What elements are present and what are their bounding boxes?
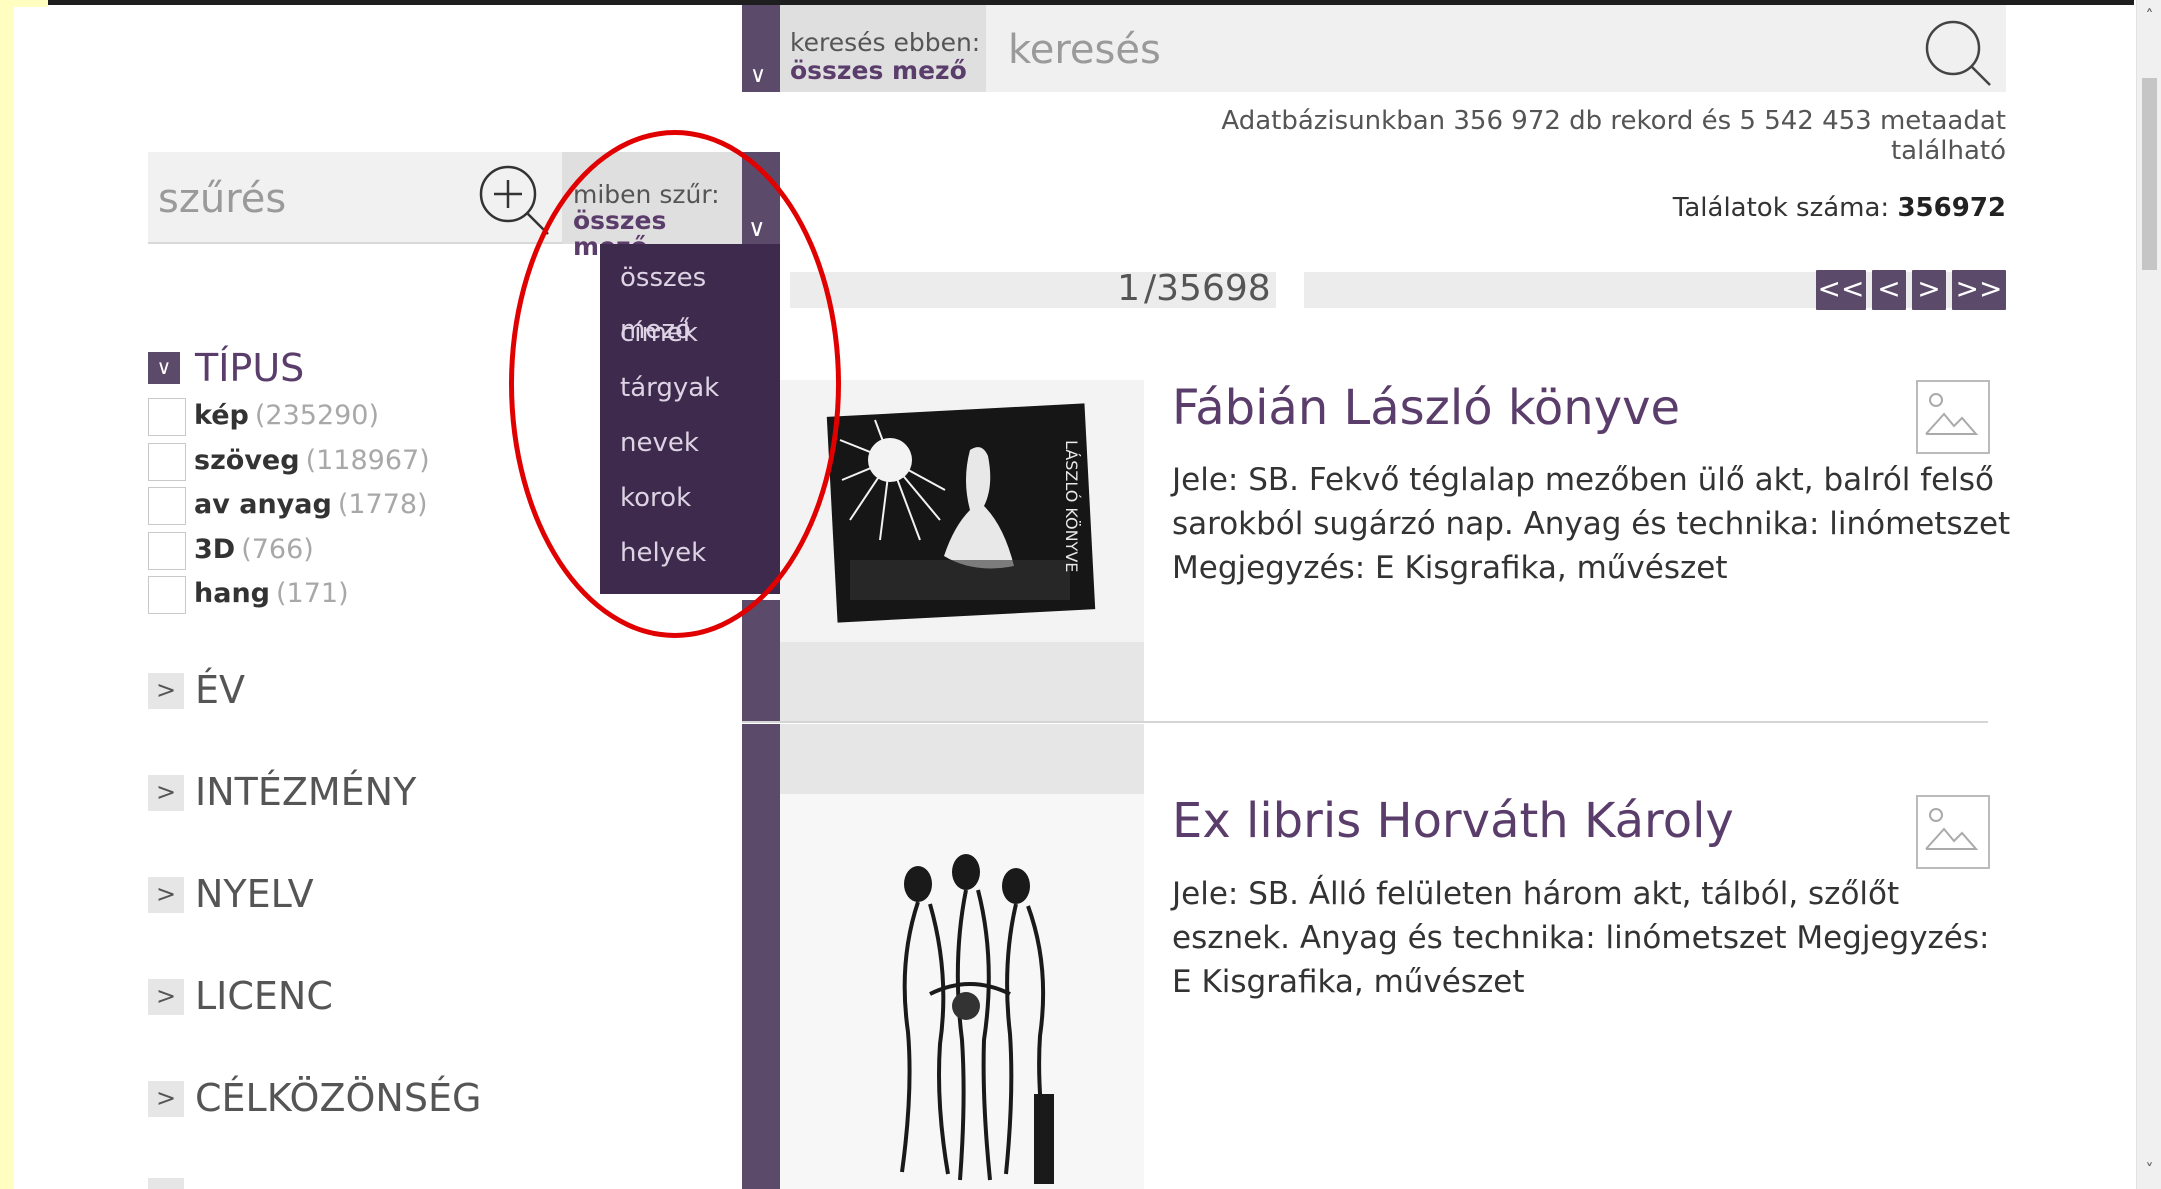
dropdown-option-places[interactable]: helyek (600, 527, 780, 582)
result-description: Jele: SB. Álló felületen három akt, tálb… (1172, 876, 1990, 1000)
vertical-scrollbar[interactable]: ˄ ˅ (2136, 0, 2161, 1189)
facet-option-count: (171) (276, 578, 349, 609)
search-field-selector[interactable]: keresés ebben: összes mező (780, 5, 986, 92)
checkbox[interactable] (148, 487, 186, 525)
facet-institution-title[interactable]: INTÉZMÉNY (195, 770, 416, 814)
result-title[interactable]: Ex libris Horváth Károly (1172, 793, 1734, 849)
facet-language-title[interactable]: NYELV (195, 872, 314, 916)
pager-total-pages: /35698 (1144, 268, 1271, 309)
result-description: Jele: SB. Fekvő téglalap mezőben ülő akt… (1172, 462, 2011, 586)
image-type-icon (1916, 795, 1990, 869)
checkbox[interactable] (148, 532, 186, 570)
filter-input[interactable] (156, 170, 460, 228)
exlibris-print-image: LÁSZLÓ KÖNYVE (780, 380, 1144, 642)
facet-year-title[interactable]: ÉV (195, 668, 245, 712)
result-divider (742, 721, 1988, 723)
result-thumbnail[interactable]: LÁSZLÓ KÖNYVE (780, 380, 1144, 642)
pager-prev-button[interactable]: < (1872, 270, 1906, 310)
checkbox[interactable] (148, 398, 186, 436)
facet-type-toggle[interactable]: ∨ (148, 352, 180, 384)
plus-magnifier-icon[interactable] (474, 160, 554, 240)
result-side-bar (742, 600, 780, 722)
search-field-toggle-button[interactable]: ∨ (742, 5, 780, 92)
facet-option-count: (1778) (337, 489, 428, 520)
exlibris-print-image (780, 794, 1144, 1189)
pager-last-button[interactable]: >> (1952, 270, 2006, 310)
dropdown-option-titles[interactable]: címek (600, 307, 780, 362)
pager-next-button[interactable]: > (1912, 270, 1946, 310)
dropdown-option-all-fields[interactable]: összes mező (600, 252, 780, 345)
facet-option-label: hang (194, 578, 270, 609)
svg-text:LÁSZLÓ KÖNYVE: LÁSZLÓ KÖNYVE (1062, 440, 1081, 572)
top-border-tab (14, 0, 48, 7)
dropdown-option-subjects[interactable]: tárgyak (600, 362, 780, 417)
pager-current-page[interactable]: 1 (1080, 268, 1140, 309)
filter-field-label: miben szűr: (573, 180, 720, 209)
checkbox[interactable] (148, 576, 186, 614)
result-title[interactable]: Fábián László könyve (1172, 380, 1680, 436)
results-count-value: 356972 (1897, 193, 2006, 223)
chevron-down-icon: ∨ (750, 63, 767, 88)
facet-license-toggle[interactable]: > (148, 979, 184, 1015)
result-side-bar (742, 724, 780, 1189)
facet-year-toggle[interactable]: > (148, 673, 184, 709)
filter-field-toggle-button[interactable]: ∨ (742, 152, 780, 244)
facet-option-count: (118967) (305, 445, 430, 476)
result-thumb-strip (780, 724, 1144, 794)
image-type-icon (1916, 380, 1990, 454)
checkbox[interactable] (148, 443, 186, 481)
facet-audience-title[interactable]: CÉLKÖZÖNSÉG (195, 1076, 481, 1120)
scroll-up-icon[interactable]: ˄ (2137, 4, 2161, 28)
facet-audience-toggle[interactable]: > (148, 1081, 184, 1117)
facet-license-title[interactable]: LICENC (195, 974, 333, 1018)
database-stats: Adatbázisunkban 356 972 db rekord és 5 5… (1221, 106, 2006, 166)
search-field-value: összes mező (790, 56, 967, 85)
scroll-thumb[interactable] (2142, 78, 2157, 270)
left-yellow-stripe (0, 0, 14, 1189)
facet-option-label: 3D (194, 534, 236, 565)
search-box (986, 5, 2006, 92)
scroll-down-icon[interactable]: ˅ (2137, 1158, 2161, 1182)
results-count: Találatok száma: 356972 (1500, 193, 2006, 223)
filter-field-selector[interactable]: miben szűr: összes mező (562, 152, 742, 260)
result-thumbnail[interactable] (780, 794, 1144, 1189)
facet-option-count: (235290) (254, 400, 380, 431)
facet-option-count: (766) (241, 534, 314, 565)
facet-option-label: szöveg (194, 445, 300, 476)
results-count-label: Találatok száma: (1672, 193, 1890, 223)
search-field-label: keresés ebben: (790, 28, 981, 57)
dropdown-option-names[interactable]: nevek (600, 417, 780, 472)
pager-gap (1276, 270, 1304, 310)
facet-option-label: av anyag (194, 489, 332, 520)
filter-box (148, 152, 562, 244)
filter-field-dropdown: összes mező címek tárgyak nevek korok he… (600, 244, 780, 594)
facet-next-toggle[interactable] (148, 1178, 184, 1189)
facet-institution-toggle[interactable]: > (148, 775, 184, 811)
facet-option-label: kép (194, 400, 249, 431)
pager-first-button[interactable]: << (1816, 270, 1866, 310)
chevron-down-icon: ∨ (748, 214, 766, 242)
search-input[interactable] (1006, 19, 1870, 81)
search-icon[interactable] (1922, 17, 1994, 89)
dropdown-option-periods[interactable]: korok (600, 472, 780, 527)
facet-type-title: TÍPUS (195, 346, 305, 390)
facet-language-toggle[interactable]: > (148, 877, 184, 913)
